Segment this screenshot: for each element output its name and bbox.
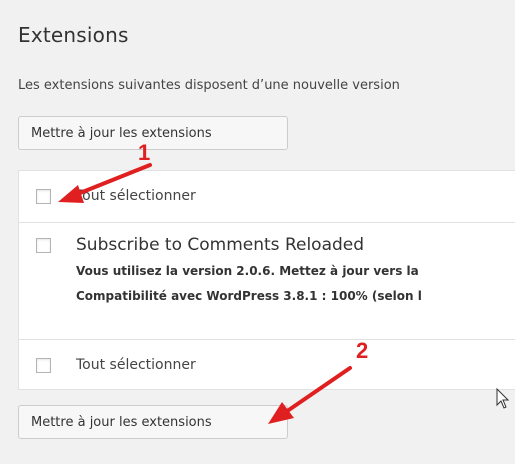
plugin-checkbox[interactable] (36, 238, 51, 253)
select-all-label-bottom: Tout sélectionner (76, 357, 196, 373)
row-separator (19, 222, 515, 223)
plugin-compat-info: Compatibilité avec WordPress 3.8.1 : 100… (76, 289, 422, 303)
select-all-checkbox-bottom[interactable] (36, 358, 51, 373)
page-heading: Extensions (18, 23, 129, 47)
row-separator (19, 339, 515, 340)
plugin-name: Subscribe to Comments Reloaded (76, 235, 365, 255)
select-all-label-top: Tout sélectionner (76, 188, 196, 204)
select-all-checkbox-top[interactable] (36, 189, 51, 204)
mouse-cursor-icon (496, 388, 510, 409)
plugin-version-info: Vous utilisez la version 2.0.6. Mettez à… (76, 264, 419, 278)
update-extensions-button-top[interactable]: Mettre à jour les extensions (18, 116, 288, 150)
step-number-2: 2 (356, 338, 369, 363)
update-extensions-button-bottom[interactable]: Mettre à jour les extensions (18, 405, 288, 439)
plugins-table: Tout sélectionner Subscribe to Comments … (18, 170, 515, 390)
step-number-1: 1 (138, 140, 151, 165)
update-notice: Les extensions suivantes disposent d’une… (18, 78, 400, 93)
